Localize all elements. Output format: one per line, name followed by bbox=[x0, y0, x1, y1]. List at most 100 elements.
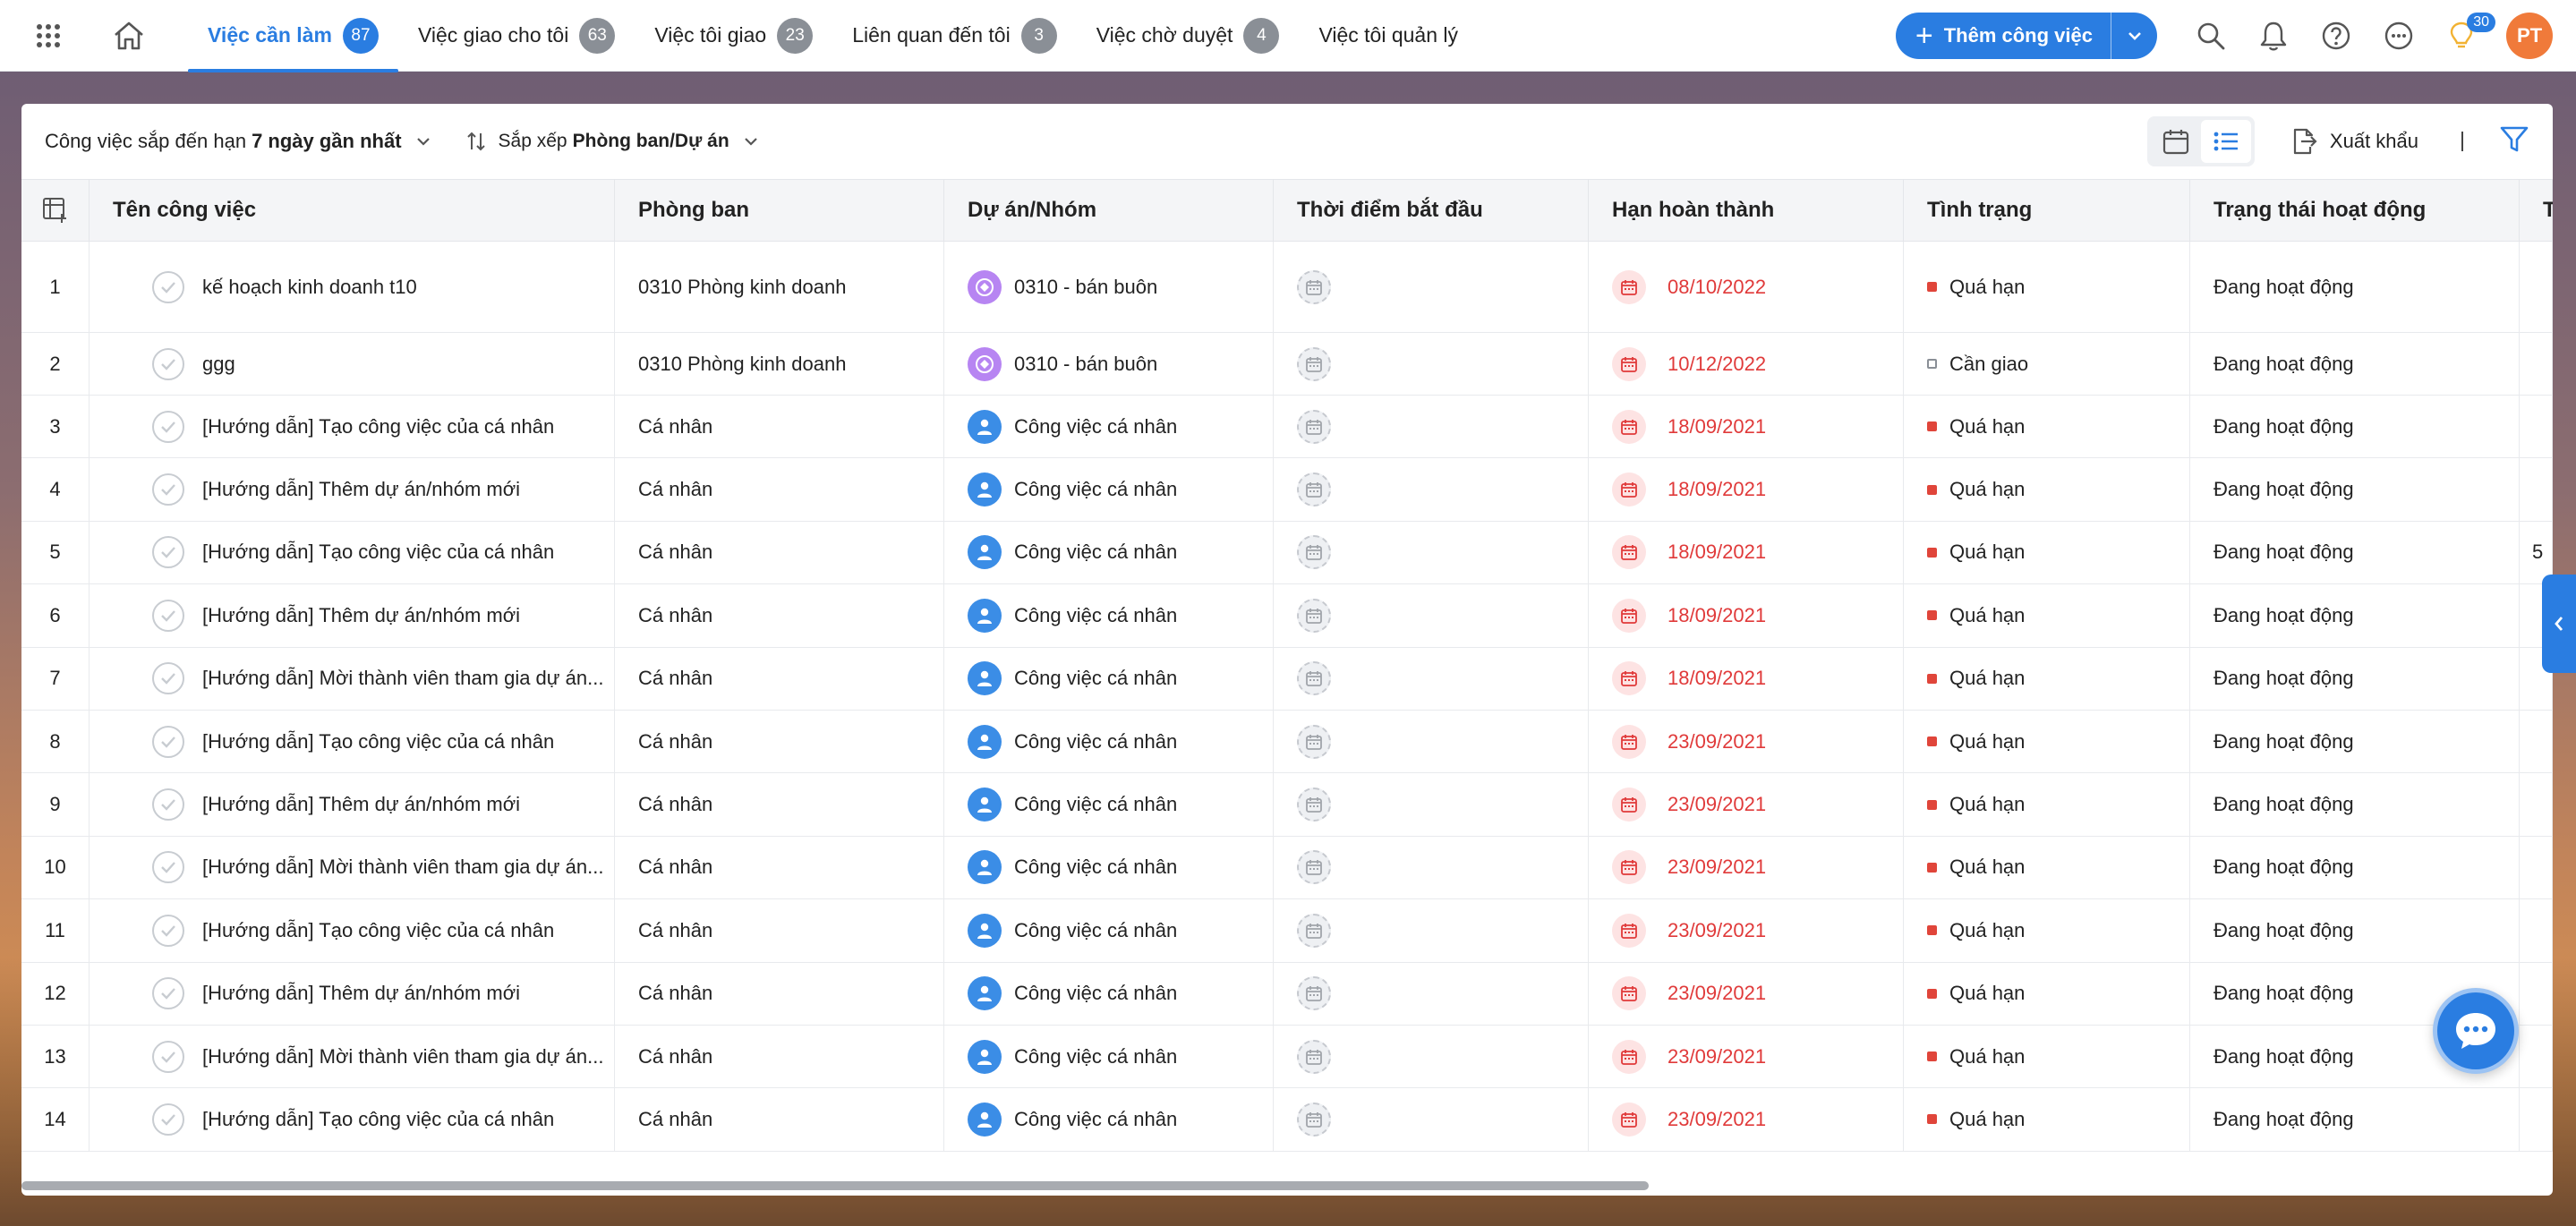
calendar-view-icon[interactable] bbox=[2151, 120, 2201, 163]
calendar-icon[interactable] bbox=[1297, 976, 1331, 1011]
table-row[interactable]: 8 [Hướng dẫn] Tạo công việc của cá nhân Cá… bbox=[21, 710, 2553, 774]
task-name-cell[interactable]: [Hướng dẫn] Tạo công việc của cá nhân bbox=[90, 521, 615, 584]
task-name[interactable]: [Hướng dẫn] Tạo công việc của cá nhân bbox=[202, 730, 554, 753]
due-date-cell[interactable]: 23/09/2021 bbox=[1589, 1088, 1904, 1151]
complete-check-icon[interactable] bbox=[152, 410, 184, 443]
home-icon[interactable] bbox=[104, 11, 154, 61]
complete-check-icon[interactable] bbox=[152, 914, 184, 947]
task-name[interactable]: [Hướng dẫn] Thêm dự án/nhóm mới bbox=[202, 793, 520, 816]
project-cell[interactable]: Công việc cá nhân bbox=[944, 1088, 1274, 1151]
complete-check-icon[interactable] bbox=[152, 977, 184, 1010]
project-cell[interactable]: Công việc cá nhân bbox=[944, 899, 1274, 962]
column-header[interactable]: Thời điểm bắt đầu bbox=[1274, 180, 1589, 241]
task-name-cell[interactable]: [Hướng dẫn] Tạo công việc của cá nhân bbox=[90, 710, 615, 773]
sort-dropdown[interactable]: Sắp xếp Phòng ban/Dự án bbox=[466, 131, 758, 152]
calendar-icon[interactable] bbox=[1297, 346, 1331, 381]
tab-viec-cho-duyet[interactable]: Việc chờ duyệt 4 bbox=[1077, 0, 1300, 72]
task-name[interactable]: [Hướng dẫn] Mời thành viên tham gia dự á… bbox=[202, 856, 603, 879]
project-cell[interactable]: Công việc cá nhân bbox=[944, 773, 1274, 836]
lightbulb-icon[interactable]: 30 bbox=[2440, 13, 2495, 57]
due-date-cell[interactable]: 23/09/2021 bbox=[1589, 1025, 1904, 1088]
horizontal-scrollbar[interactable] bbox=[21, 1181, 2553, 1190]
start-date-cell[interactable] bbox=[1274, 647, 1589, 710]
list-view-icon[interactable] bbox=[2200, 120, 2251, 163]
complete-check-icon[interactable] bbox=[152, 536, 184, 569]
task-name-cell[interactable]: [Hướng dẫn] Mời thành viên tham gia dự á… bbox=[90, 1025, 615, 1088]
tab-viec-toi-quan-ly[interactable]: Việc tôi quản lý bbox=[1299, 0, 1478, 72]
complete-check-icon[interactable] bbox=[152, 599, 184, 632]
calendar-icon[interactable] bbox=[1297, 269, 1331, 304]
task-name[interactable]: [Hướng dẫn] Thêm dự án/nhóm mới bbox=[202, 982, 520, 1005]
calendar-icon[interactable] bbox=[1297, 598, 1331, 633]
table-row[interactable]: 9 [Hướng dẫn] Thêm dự án/nhóm mới Cá nhân C… bbox=[21, 773, 2553, 837]
project-cell[interactable]: 0310 - bán buôn bbox=[944, 242, 1274, 332]
scrollbar-thumb[interactable] bbox=[21, 1181, 1649, 1190]
table-row[interactable]: 12 [Hướng dẫn] Thêm dự án/nhóm mới Cá nhân… bbox=[21, 962, 2553, 1026]
task-name-cell[interactable]: [Hướng dẫn] Mời thành viên tham gia dự á… bbox=[90, 647, 615, 710]
project-cell[interactable]: Công việc cá nhân bbox=[944, 1025, 1274, 1088]
start-date-cell[interactable] bbox=[1274, 584, 1589, 647]
task-name-cell[interactable]: [Hướng dẫn] Thêm dự án/nhóm mới bbox=[90, 773, 615, 836]
task-name-cell[interactable]: [Hướng dẫn] Thêm dự án/nhóm mới bbox=[90, 584, 615, 647]
due-date-cell[interactable]: 18/09/2021 bbox=[1589, 521, 1904, 584]
calendar-icon[interactable] bbox=[1297, 535, 1331, 570]
task-name-cell[interactable]: [Hướng dẫn] Mời thành viên tham gia dự á… bbox=[90, 836, 615, 899]
start-date-cell[interactable] bbox=[1274, 242, 1589, 332]
task-name[interactable]: [Hướng dẫn] Mời thành viên tham gia dự á… bbox=[202, 667, 603, 690]
due-date-cell[interactable]: 23/09/2021 bbox=[1589, 710, 1904, 773]
tab-viec-giao-cho-toi[interactable]: Việc giao cho tôi 63 bbox=[398, 0, 635, 72]
start-date-cell[interactable] bbox=[1274, 773, 1589, 836]
table-row[interactable]: 7 [Hướng dẫn] Mời thành viên tham gia dự … bbox=[21, 647, 2553, 711]
table-row[interactable]: 14 [Hướng dẫn] Tạo công việc của cá nhân C… bbox=[21, 1088, 2553, 1152]
calendar-icon[interactable] bbox=[1297, 788, 1331, 822]
task-name[interactable]: kế hoạch kinh doanh t10 bbox=[202, 276, 417, 299]
tab-lien-quan-den-toi[interactable]: Liên quan đến tôi 3 bbox=[832, 0, 1077, 72]
tab-viec-can-lam[interactable]: Việc cần làm 87 bbox=[188, 0, 398, 72]
table-row[interactable]: 5 [Hướng dẫn] Tạo công việc của cá nhân Cá… bbox=[21, 521, 2553, 585]
avatar[interactable]: PT bbox=[2506, 13, 2553, 59]
due-date-cell[interactable]: 10/12/2022 bbox=[1589, 333, 1904, 395]
project-cell[interactable]: 0310 - bán buôn bbox=[944, 333, 1274, 395]
task-name[interactable]: [Hướng dẫn] Tạo công việc của cá nhân bbox=[202, 919, 554, 942]
start-date-cell[interactable] bbox=[1274, 1088, 1589, 1151]
start-date-cell[interactable] bbox=[1274, 521, 1589, 584]
table-row[interactable]: 6 [Hướng dẫn] Thêm dự án/nhóm mới Cá nhân C… bbox=[21, 584, 2553, 648]
complete-check-icon[interactable] bbox=[152, 662, 184, 695]
start-date-cell[interactable] bbox=[1274, 710, 1589, 773]
bell-icon[interactable] bbox=[2252, 14, 2295, 57]
task-name-cell[interactable]: [Hướng dẫn] Thêm dự án/nhóm mới bbox=[90, 962, 615, 1025]
calendar-icon[interactable] bbox=[1297, 913, 1331, 948]
due-date-cell[interactable]: 18/09/2021 bbox=[1589, 458, 1904, 521]
add-column-icon[interactable] bbox=[21, 180, 90, 241]
project-cell[interactable]: Công việc cá nhân bbox=[944, 396, 1274, 458]
task-name-cell[interactable]: [Hướng dẫn] Thêm dự án/nhóm mới bbox=[90, 458, 615, 521]
calendar-icon[interactable] bbox=[1297, 661, 1331, 696]
complete-check-icon[interactable] bbox=[152, 1103, 184, 1136]
table-row[interactable]: 3 [Hướng dẫn] Tạo công việc của cá nhân Cá… bbox=[21, 396, 2553, 459]
calendar-icon[interactable] bbox=[1297, 850, 1331, 885]
due-date-cell[interactable]: 18/09/2021 bbox=[1589, 647, 1904, 710]
column-header[interactable]: Tình trạng bbox=[1904, 180, 2190, 241]
help-icon[interactable] bbox=[2315, 14, 2358, 57]
task-name-cell[interactable]: kế hoạch kinh doanh t10 bbox=[90, 242, 615, 332]
column-header[interactable]: Phòng ban bbox=[615, 180, 944, 241]
due-date-cell[interactable]: 23/09/2021 bbox=[1589, 773, 1904, 836]
complete-check-icon[interactable] bbox=[152, 270, 184, 303]
add-task-button[interactable]: + Thêm công việc bbox=[1895, 13, 2157, 59]
table-row[interactable]: 2 ggg 0310 Phòng kinh doanh 0310 - bán buôn… bbox=[21, 333, 2553, 396]
filter-icon[interactable] bbox=[2499, 125, 2529, 158]
more-options-icon[interactable] bbox=[2377, 14, 2420, 57]
table-row[interactable]: 13 [Hướng dẫn] Mời thành viên tham gia dự… bbox=[21, 1025, 2553, 1089]
start-date-cell[interactable] bbox=[1274, 899, 1589, 962]
calendar-icon[interactable] bbox=[1297, 1039, 1331, 1074]
task-name[interactable]: [Hướng dẫn] Thêm dự án/nhóm mới bbox=[202, 604, 520, 627]
task-name[interactable]: [Hướng dẫn] Tạo công việc của cá nhân bbox=[202, 1108, 554, 1131]
due-date-cell[interactable]: 23/09/2021 bbox=[1589, 962, 1904, 1025]
due-date-cell[interactable]: 18/09/2021 bbox=[1589, 396, 1904, 458]
side-panel-toggle[interactable] bbox=[2542, 575, 2576, 673]
tab-viec-toi-giao[interactable]: Việc tôi giao 23 bbox=[635, 0, 832, 72]
project-cell[interactable]: Công việc cá nhân bbox=[944, 710, 1274, 773]
project-cell[interactable]: Công việc cá nhân bbox=[944, 458, 1274, 521]
start-date-cell[interactable] bbox=[1274, 333, 1589, 395]
start-date-cell[interactable] bbox=[1274, 1025, 1589, 1088]
